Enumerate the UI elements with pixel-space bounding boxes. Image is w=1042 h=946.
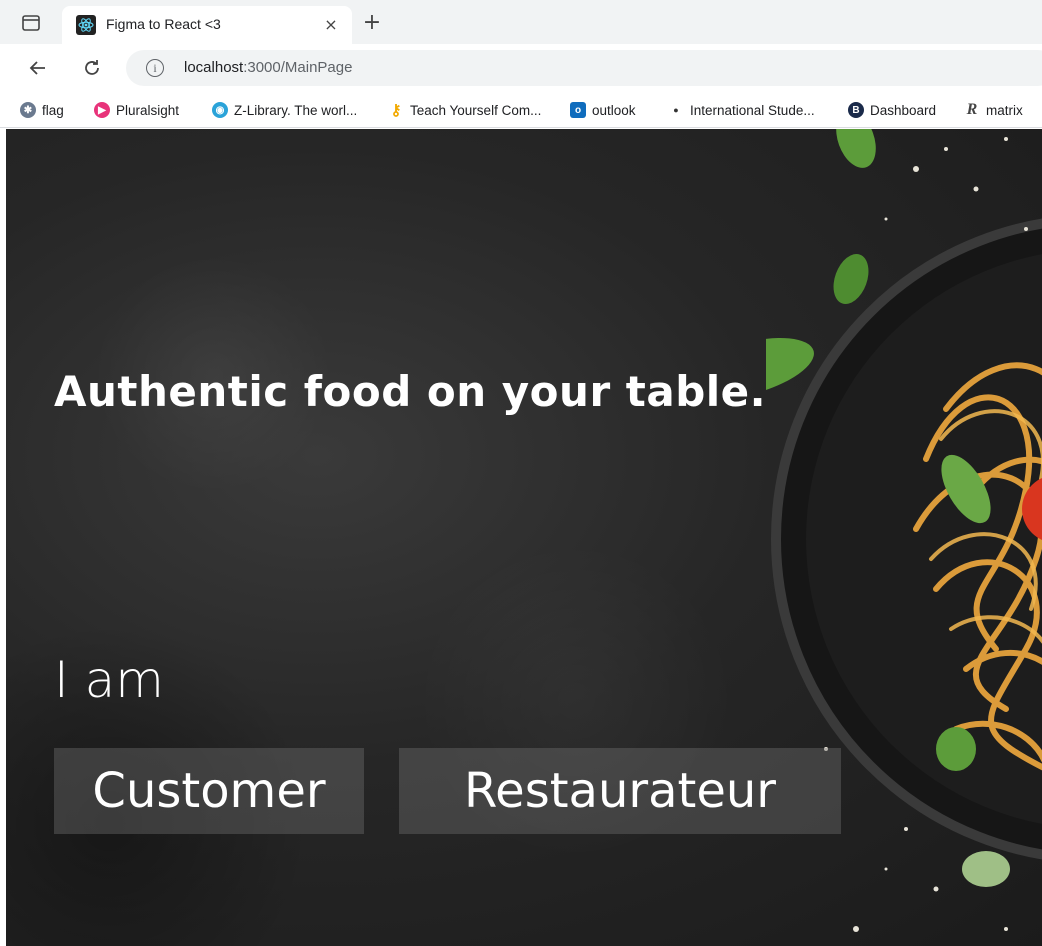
bookmark-pluralsight[interactable]: ▶ Pluralsight xyxy=(94,98,179,122)
react-icon xyxy=(76,15,96,35)
zlibrary-icon: ◉ xyxy=(212,102,228,118)
bookmarks-bar: ✱ flag ▶ Pluralsight ◉ Z-Library. The wo… xyxy=(0,92,1042,128)
active-tab[interactable]: Figma to React <3 × xyxy=(62,6,352,44)
new-tab-button[interactable]: + xyxy=(360,10,384,35)
tab-title: Figma to React <3 xyxy=(106,16,221,32)
url-text: localhost:3000/MainPage xyxy=(184,59,353,76)
pluralsight-icon: ▶ xyxy=(94,102,110,118)
close-icon[interactable]: × xyxy=(320,13,342,35)
bookmark-outlook[interactable]: o outlook xyxy=(570,98,636,122)
hero-headline: Authentic food on your table. xyxy=(54,367,767,416)
tab-strip: Figma to React <3 × + xyxy=(0,0,1042,44)
sidebar-toggle-icon[interactable] xyxy=(20,12,42,34)
role-prompt: I am xyxy=(54,651,164,709)
browser-toolbar: i localhost:3000/MainPage xyxy=(0,44,1042,92)
restaurateur-button[interactable]: Restaurateur xyxy=(399,748,841,834)
bookmark-international[interactable]: ● International Stude... xyxy=(668,98,814,122)
info-icon[interactable]: i xyxy=(146,59,164,77)
bookmark-zlibrary[interactable]: ◉ Z-Library. The worl... xyxy=(212,98,357,122)
flag-icon: ✱ xyxy=(20,102,36,118)
bookmark-flag[interactable]: ✱ flag xyxy=(20,98,64,122)
dashboard-icon: B xyxy=(848,102,864,118)
customer-button[interactable]: Customer xyxy=(54,748,364,834)
bookmark-dashboard[interactable]: B Dashboard xyxy=(848,98,936,122)
matrix-icon: R xyxy=(966,101,978,118)
outlook-icon: o xyxy=(570,102,586,118)
bookmark-matrix[interactable]: R matrix xyxy=(964,98,1023,122)
reload-icon[interactable] xyxy=(78,54,106,82)
bookmark-teach-yourself[interactable]: ⚷ Teach Yourself Com... xyxy=(388,98,542,122)
address-bar[interactable]: i localhost:3000/MainPage xyxy=(126,50,1042,86)
back-arrow-icon[interactable] xyxy=(24,54,52,82)
dot-icon: ● xyxy=(673,105,679,115)
main-page: Authentic food on your table. I am Custo… xyxy=(6,129,1042,946)
key-icon: ⚷ xyxy=(390,102,402,119)
